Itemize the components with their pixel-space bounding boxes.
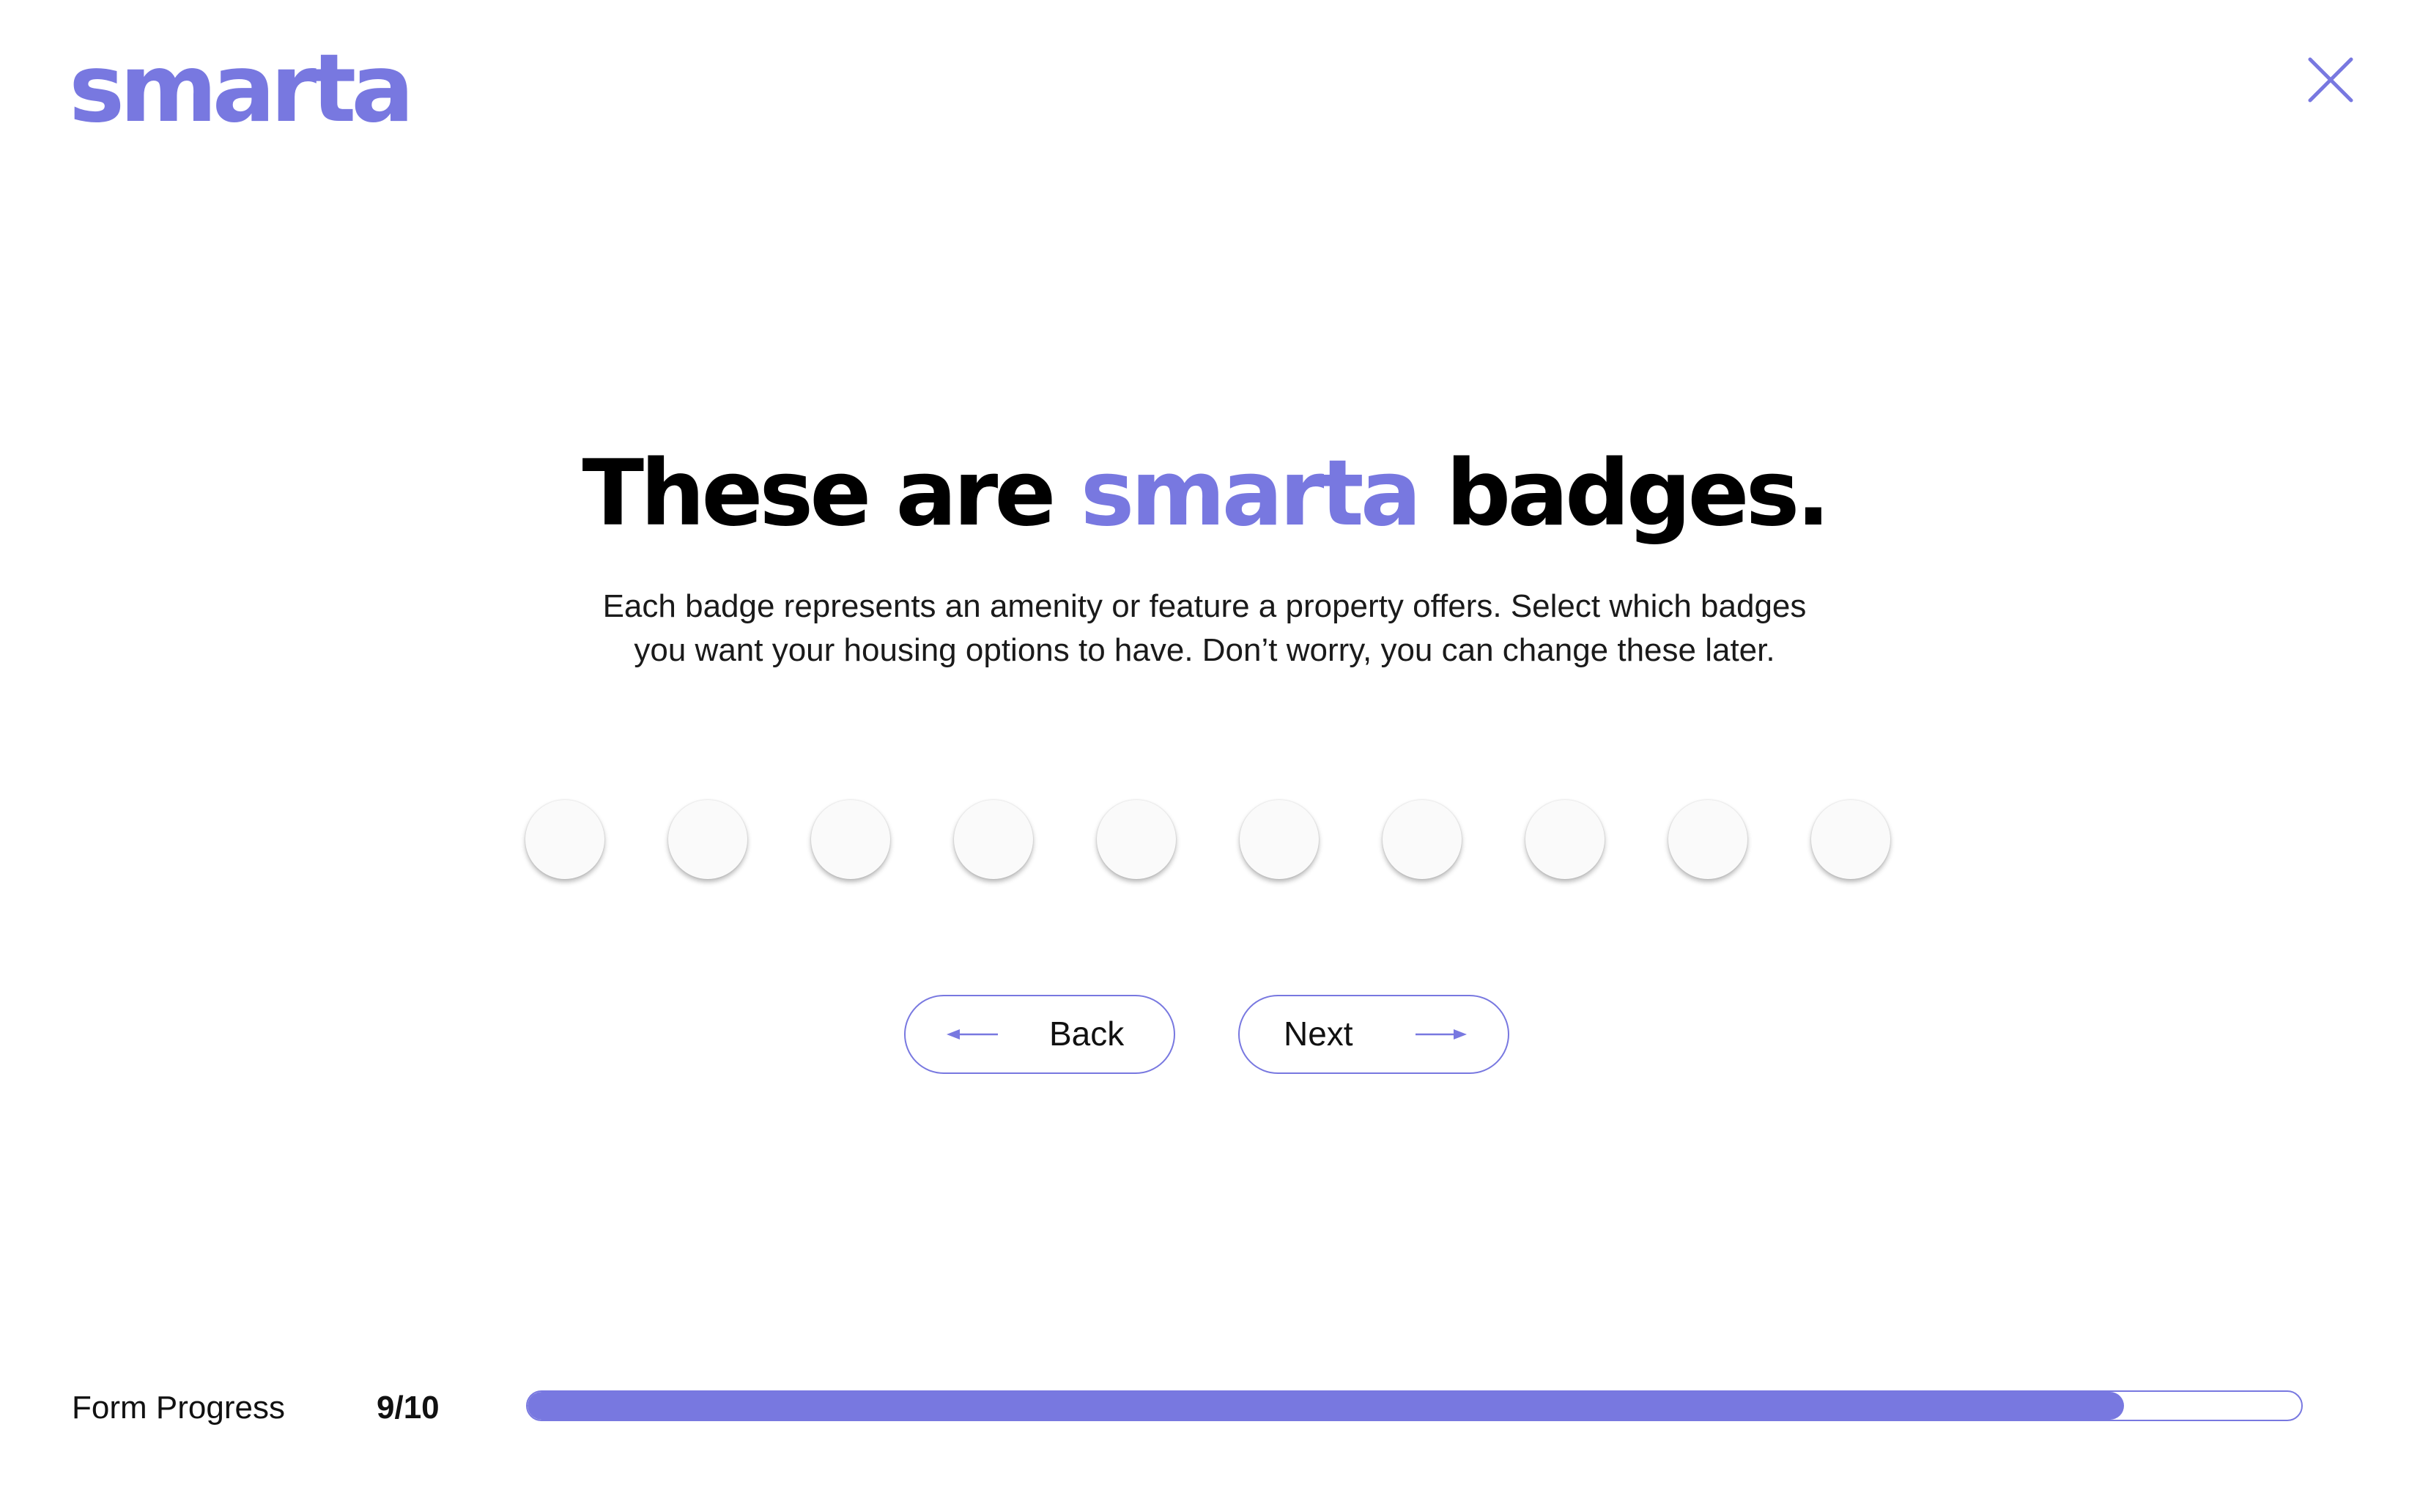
progress-fill: [528, 1392, 2124, 1420]
arrow-right-icon: [1416, 1029, 1467, 1040]
badge-option[interactable]: [1525, 800, 1605, 879]
badge-option[interactable]: [1097, 800, 1176, 879]
arrow-left-icon: [947, 1029, 998, 1040]
progress-label: Form Progress: [72, 1390, 285, 1426]
title-text-end: badges.: [1418, 441, 1831, 546]
page-title: These are smarta badges.: [0, 448, 2409, 539]
badge-option[interactable]: [668, 800, 747, 879]
badge-option[interactable]: [811, 800, 890, 879]
next-button-label: Next: [1284, 1015, 1353, 1053]
title-brand-word: smarta: [1080, 441, 1422, 546]
badge-option[interactable]: [1668, 800, 1747, 879]
close-button[interactable]: [2308, 57, 2353, 103]
page-description: Each badge represents an amenity or feat…: [602, 588, 1807, 668]
next-button[interactable]: Next: [1238, 995, 1509, 1074]
back-button-label: Back: [1049, 1015, 1125, 1053]
onboarding-page: smarta These are smarta badges. Each bad…: [0, 0, 2409, 1512]
badge-option[interactable]: [954, 800, 1033, 879]
badge-option[interactable]: [1383, 800, 1462, 879]
badge-option[interactable]: [1240, 800, 1319, 879]
smarta-logo[interactable]: smarta: [69, 42, 415, 136]
progress-count: 9/10: [377, 1390, 440, 1426]
badge-option[interactable]: [1811, 800, 1890, 879]
back-button[interactable]: Back: [904, 995, 1175, 1074]
badge-option[interactable]: [525, 800, 604, 879]
close-icon: [2308, 57, 2353, 103]
title-text-start: These are: [582, 441, 1081, 546]
progress-bar: [526, 1390, 2303, 1421]
